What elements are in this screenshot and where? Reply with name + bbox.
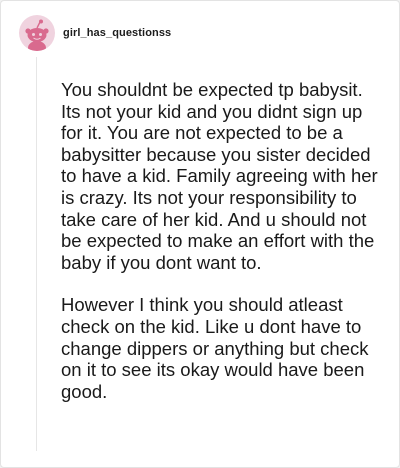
user-avatar[interactable] <box>19 15 55 51</box>
comment-paragraph: However I think you should atleast check… <box>61 294 369 402</box>
comment-header: girl_has_questionss <box>19 15 171 51</box>
comment-body: You shouldnt be expected tp babysit. Its… <box>61 79 386 402</box>
reddit-snoo-avatar-icon <box>25 19 49 51</box>
username[interactable]: girl_has_questionss <box>63 27 171 39</box>
comment-paragraph: You shouldnt be expected tp babysit. Its… <box>61 79 378 273</box>
thread-line[interactable] <box>36 57 37 451</box>
comment-card: girl_has_questionss You shouldnt be expe… <box>0 0 400 468</box>
